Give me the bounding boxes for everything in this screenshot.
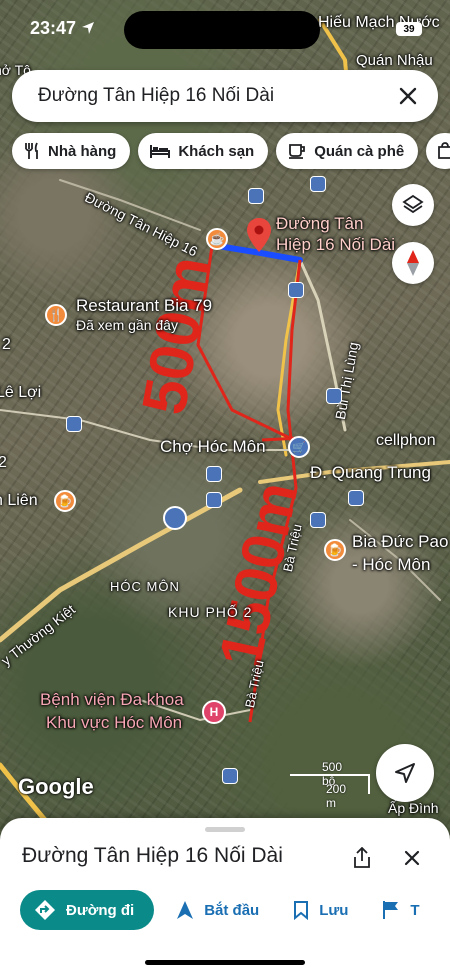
- compass-icon: [407, 250, 419, 276]
- my-location-button[interactable]: [376, 744, 434, 802]
- directions-icon: [35, 900, 55, 920]
- flag-icon: [383, 901, 399, 919]
- directions-label: Đường đi: [66, 901, 135, 919]
- chip-shopping[interactable]: [426, 133, 450, 169]
- place-sheet[interactable]: Đường Tân Hiệp 16 Nối Dài Đường đi Bắt đ…: [0, 818, 450, 975]
- hospital-poi-icon[interactable]: H: [202, 700, 226, 724]
- layers-icon: [402, 194, 424, 214]
- chip-label: Nhà hàng: [48, 142, 117, 160]
- bed-icon: [150, 145, 171, 158]
- label-cho-hoc-mon: Chợ Hóc Môn: [160, 437, 266, 456]
- label-bia-duc-2: - Hóc Môn: [352, 555, 431, 574]
- home-indicator: [145, 960, 305, 965]
- directions-button[interactable]: Đường đi: [20, 890, 155, 930]
- compass-button[interactable]: [392, 242, 434, 284]
- bus-stop-icon-6[interactable]: [206, 466, 222, 482]
- chip-restaurants[interactable]: Nhà hàng: [12, 133, 131, 169]
- label-quang-trung: Đ. Quang Trung: [310, 463, 431, 482]
- bus-stop-icon-10[interactable]: [222, 768, 238, 784]
- label-quan-nhau: Quán Nhậu: [356, 52, 433, 69]
- sheet-grabber[interactable]: [205, 827, 245, 832]
- layers-button[interactable]: [392, 184, 434, 226]
- scale-bar: [290, 774, 370, 794]
- search-bar[interactable]: Đường Tân Hiệp 16 Nối Dài: [12, 70, 438, 122]
- label-cellphone: cellphon: [376, 432, 436, 449]
- status-time: 23:47: [30, 18, 95, 39]
- bar-poi-icon[interactable]: 🍺: [54, 490, 76, 512]
- coffee-poi-icon[interactable]: ☕: [206, 228, 228, 250]
- navigation-arrow-icon: [395, 763, 415, 783]
- close-icon[interactable]: [400, 846, 424, 870]
- chip-coffee[interactable]: Quán cà phê: [276, 133, 419, 169]
- label-lien: n Liên: [0, 492, 38, 509]
- label-hospital-1: Bệnh viện Đa khoa: [40, 690, 184, 709]
- label-hoc-mon: HÓC MÔN: [110, 579, 180, 594]
- bia-duc-poi-icon[interactable]: 🍺: [324, 539, 346, 561]
- start-label: Bắt đầu: [204, 901, 260, 919]
- atm-poi-icon[interactable]: [163, 506, 187, 530]
- start-button[interactable]: Bắt đầu: [164, 890, 271, 930]
- bus-stop-icon-3[interactable]: [248, 188, 264, 204]
- label-label: T: [410, 901, 420, 919]
- dynamic-island: [124, 11, 320, 49]
- action-row: Đường đi Bắt đầu Lưu T: [20, 890, 432, 930]
- shopping-bag-icon: [438, 142, 450, 159]
- navigation-arrow-icon: [177, 901, 194, 919]
- bus-stop-icon-8[interactable]: [206, 492, 222, 508]
- battery-indicator: 39: [396, 22, 422, 36]
- fork-knife-icon: [25, 142, 38, 159]
- location-arrow-icon: [82, 22, 95, 34]
- share-icon[interactable]: [350, 846, 374, 870]
- label-ap-dinh: Ấp Đình: [388, 800, 439, 816]
- chip-hotels[interactable]: Khách sạn: [138, 133, 269, 169]
- place-title: Đường Tân Hiệp 16 Nối Dài: [22, 844, 283, 867]
- chip-label: Khách sạn: [178, 142, 255, 160]
- label-hospital-2: Khu vực Hóc Môn: [46, 713, 183, 732]
- bus-stop-icon-4[interactable]: [288, 282, 304, 298]
- label-khu-pho: KHU PHỐ 2: [168, 604, 253, 620]
- coffee-cup-icon: [289, 144, 306, 159]
- label-left-2b: 2: [0, 454, 7, 471]
- bus-stop-icon-7[interactable]: [348, 490, 364, 506]
- search-query[interactable]: Đường Tân Hiệp 16 Nối Dài: [38, 85, 396, 107]
- label-destination-2: Hiệp 16 Nối Dài: [276, 235, 396, 254]
- restaurant-poi-icon[interactable]: 🍴: [45, 304, 67, 326]
- google-attribution: Google: [18, 774, 94, 799]
- market-poi-icon[interactable]: 🛒: [288, 436, 310, 458]
- label-destination-1: Đường Tân: [276, 214, 364, 233]
- label-le-loi: Lê Lợi: [0, 384, 42, 401]
- save-label: Lưu: [319, 901, 349, 919]
- close-icon[interactable]: [396, 84, 420, 108]
- label-restaurant-sub: Đã xem gần đây: [76, 317, 178, 333]
- bus-stop-icon-9[interactable]: [310, 512, 326, 528]
- label-restaurant: Restaurant Bia 79: [76, 296, 213, 315]
- bookmark-icon: [294, 901, 309, 920]
- bus-stop-icon[interactable]: [66, 416, 82, 432]
- label-button[interactable]: T: [370, 890, 431, 930]
- save-button[interactable]: Lưu: [281, 890, 360, 930]
- label-bia-duc-1: Bia Đức Pao: [352, 532, 449, 551]
- chip-label: Quán cà phê: [314, 142, 405, 160]
- bus-stop-icon-5[interactable]: [326, 388, 342, 404]
- label-left-2: 2: [2, 336, 11, 353]
- bus-stop-icon-2[interactable]: [310, 176, 326, 192]
- category-chips: Nhà hàng Khách sạn Quán cà phê: [12, 133, 450, 169]
